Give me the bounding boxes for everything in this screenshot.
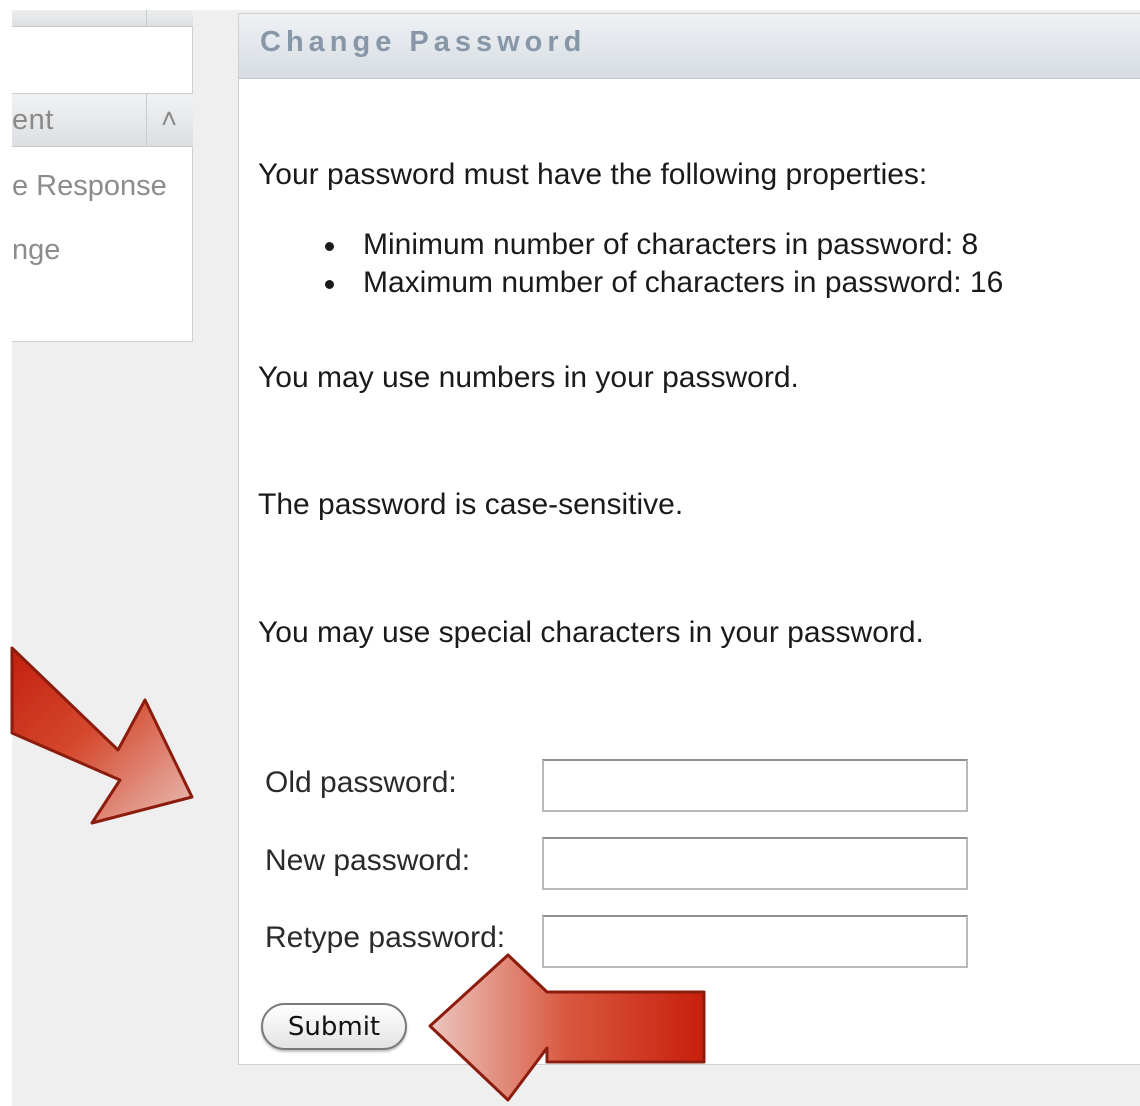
bullet-icon — [325, 280, 334, 289]
retype-password-label: Retype password: — [265, 921, 506, 954]
sidebar-top-header — [12, 10, 193, 27]
sidebar-section-title: ent — [12, 104, 54, 136]
note-numbers: You may use numbers in your password. — [258, 361, 799, 394]
old-password-label: Old password: — [265, 766, 457, 799]
header-separator — [146, 10, 147, 26]
panel-header: Change Password — [239, 14, 1140, 79]
rule-text: Maximum number of characters in password… — [363, 266, 1004, 299]
double-chevron-up-icon[interactable]: ˄ — [152, 102, 186, 136]
sidebar-section-header: ent ˄ — [12, 93, 193, 147]
note-case-sensitive: The password is case-sensitive. — [258, 488, 684, 521]
list-item: Minimum number of characters in password… — [325, 226, 1003, 264]
password-rules-list: Minimum number of characters in password… — [325, 226, 1003, 302]
new-password-field[interactable] — [542, 837, 968, 890]
panel-title: Change Password — [260, 26, 587, 58]
header-separator — [146, 94, 147, 146]
sidebar-link-password-change[interactable]: nge — [12, 234, 60, 267]
sidebar-link-challenge-response[interactable]: e Response — [12, 170, 167, 203]
password-requirements-intro: Your password must have the following pr… — [258, 158, 928, 191]
new-password-label: New password: — [265, 844, 471, 877]
retype-password-field[interactable] — [542, 915, 968, 968]
rule-text: Minimum number of characters in password… — [363, 228, 979, 261]
submit-button[interactable]: Submit — [261, 1003, 407, 1050]
bullet-icon — [325, 242, 334, 251]
list-item: Maximum number of characters in password… — [325, 264, 1003, 302]
old-password-field[interactable] — [542, 759, 968, 812]
change-password-panel: Change Password Your password must have … — [238, 13, 1140, 1065]
note-special-characters: You may use special characters in your p… — [258, 616, 924, 649]
sidebar-portlet: ent ˄ e Response nge — [12, 10, 193, 342]
